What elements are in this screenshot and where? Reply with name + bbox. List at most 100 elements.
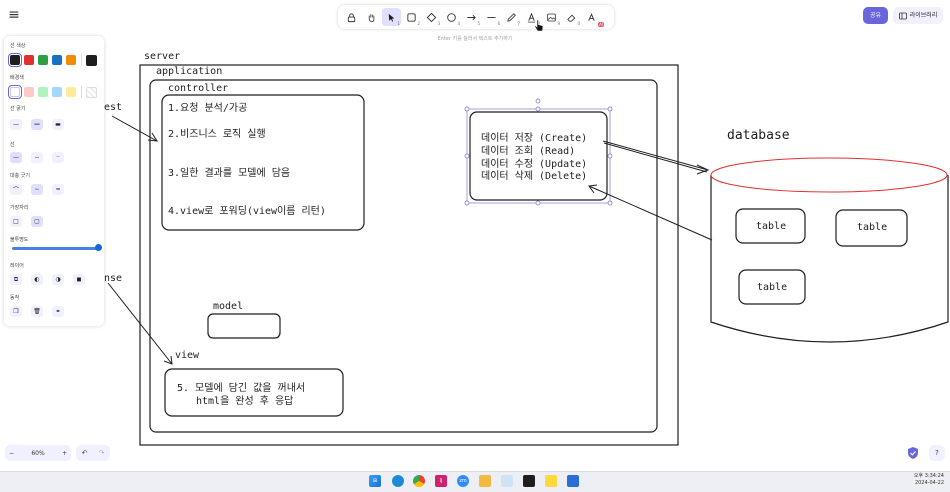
- stroke-width-thin[interactable]: —: [10, 119, 22, 130]
- database-label[interactable]: database: [727, 128, 790, 143]
- response-label[interactable]: nse: [104, 273, 122, 284]
- background-swatch[interactable]: [66, 87, 76, 97]
- tool-hand[interactable]: [362, 8, 381, 26]
- help-button[interactable]: ?: [929, 445, 945, 461]
- tool-ellipse[interactable]: 4: [442, 8, 461, 26]
- duplicate-button[interactable]: ❐: [10, 306, 22, 317]
- tool-rectangle[interactable]: 2: [402, 8, 421, 26]
- library-icon: [898, 12, 907, 19]
- file-explorer-icon[interactable]: [479, 475, 491, 487]
- stroke-color-swatch[interactable]: [38, 55, 48, 65]
- intellij-icon[interactable]: IJ: [435, 475, 447, 487]
- database-top[interactable]: [710, 157, 948, 193]
- view-label[interactable]: view: [175, 350, 199, 361]
- rough-curve-icon: ≈: [55, 186, 61, 193]
- opacity-label: 불투명도: [10, 237, 29, 243]
- view-text[interactable]: html을 완성 후 응답: [196, 392, 293, 407]
- shield-icon[interactable]: [906, 446, 920, 460]
- edges-sharp[interactable]: □: [10, 216, 22, 227]
- stroke-width-extra[interactable]: ▬: [52, 119, 64, 130]
- chrome-browser-icon[interactable]: [413, 475, 425, 487]
- arrow-icon: [467, 14, 476, 20]
- zoom-app-icon[interactable]: zm: [457, 475, 469, 487]
- application-label[interactable]: application: [156, 66, 222, 77]
- opacity-slider[interactable]: [12, 247, 97, 250]
- sticky-app-icon[interactable]: [545, 475, 557, 487]
- stroke-width-bold[interactable]: —: [31, 119, 43, 130]
- background-swatch[interactable]: [8, 85, 22, 99]
- controller-step[interactable]: 2.비즈니스 로직 실행: [168, 125, 266, 140]
- stroke-color-swatch[interactable]: [24, 55, 34, 65]
- sloppiness-architect[interactable]: ⌒: [10, 184, 22, 195]
- zoom-out-button[interactable]: −: [9, 450, 14, 457]
- table-label[interactable]: table: [857, 222, 887, 233]
- canvas[interactable]: [0, 0, 950, 491]
- windows-start-icon[interactable]: ⊞: [369, 475, 381, 487]
- bring-to-front-button[interactable]: ◼: [73, 274, 85, 285]
- stroke-color-swatch[interactable]: [52, 55, 62, 65]
- tool-line[interactable]: 6: [482, 8, 501, 26]
- calculator-app-icon[interactable]: [567, 475, 579, 487]
- stroke-style-dotted[interactable]: ··: [52, 152, 64, 163]
- controller-step[interactable]: 4.view로 포워딩(view이름 리턴): [168, 202, 326, 217]
- request-label[interactable]: est: [104, 102, 122, 113]
- selection-handle[interactable]: [607, 153, 613, 159]
- tool-lock[interactable]: [342, 8, 361, 26]
- selection-handle[interactable]: [535, 200, 541, 206]
- selection-handle[interactable]: [535, 106, 541, 112]
- zoom-in-button[interactable]: +: [62, 450, 67, 457]
- service-to-db-arrow[interactable]: [602, 140, 710, 175]
- table-label[interactable]: table: [756, 221, 786, 232]
- background-swatch[interactable]: [38, 87, 48, 97]
- controller-step[interactable]: 3.일한 결과를 모델에 담음: [168, 164, 290, 179]
- delete-button[interactable]: 🗑: [31, 306, 43, 317]
- tool-eraser[interactable]: 0: [562, 8, 581, 26]
- stroke-color-swatch[interactable]: [66, 55, 76, 65]
- send-backward-button[interactable]: ◐: [31, 274, 43, 285]
- tool-more[interactable]: AI: [582, 8, 604, 27]
- tool-arrow[interactable]: 5: [462, 8, 481, 26]
- link-button[interactable]: ⚭: [52, 306, 64, 317]
- selection-handle[interactable]: [464, 106, 470, 112]
- network-app-icon[interactable]: [501, 475, 513, 487]
- library-button[interactable]: 라이브러리: [893, 7, 943, 24]
- notes-app-icon[interactable]: [523, 475, 535, 487]
- background-swatch[interactable]: [24, 87, 34, 97]
- controller-step[interactable]: 1.요청 분석/가공: [168, 99, 247, 114]
- selection-handle[interactable]: [607, 200, 613, 206]
- tool-pencil[interactable]: 7: [502, 8, 521, 26]
- stroke-color-swatch[interactable]: [8, 53, 22, 67]
- undo-button[interactable]: ↶: [82, 449, 88, 457]
- stroke-style-dashed[interactable]: --: [31, 152, 43, 163]
- server-label[interactable]: server: [144, 51, 180, 62]
- sloppiness-cartoonist[interactable]: ≈: [52, 184, 64, 195]
- table-label[interactable]: table: [757, 282, 787, 293]
- tool-selection[interactable]: 1: [382, 8, 401, 26]
- stroke-style-solid[interactable]: —: [10, 152, 22, 163]
- background-swatch[interactable]: [52, 87, 62, 97]
- properties-panel: 선 색상 배경색 선 굵기 — — ▬ 선 — -- ·· 대충 긋기 ⌒ ∼ …: [4, 36, 104, 326]
- share-button[interactable]: 공유: [863, 7, 888, 24]
- service-line[interactable]: 데이터 삭제 (Delete): [481, 167, 587, 182]
- send-to-back-button[interactable]: ⧉: [10, 274, 22, 285]
- rotation-handle[interactable]: [535, 98, 541, 104]
- redo-button[interactable]: ↷: [99, 449, 105, 457]
- model-label[interactable]: model: [213, 301, 243, 312]
- stroke-color-current[interactable]: [86, 55, 97, 66]
- background-current[interactable]: [86, 87, 97, 98]
- main-menu-button[interactable]: ≡: [6, 7, 22, 23]
- edges-round[interactable]: ▢: [31, 216, 43, 227]
- edge-browser-icon[interactable]: [392, 475, 404, 487]
- selection-handle[interactable]: [464, 153, 470, 159]
- system-clock[interactable]: 오후 3:34:24 2024-04-22: [914, 473, 944, 487]
- selection-handle[interactable]: [464, 200, 470, 206]
- zoom-level[interactable]: 60%: [31, 450, 44, 457]
- controller-label[interactable]: controller: [168, 83, 228, 94]
- model-box[interactable]: [207, 313, 281, 339]
- sloppiness-artist[interactable]: ∼: [31, 184, 43, 195]
- bring-forward-button[interactable]: ◑: [52, 274, 64, 285]
- tool-diamond[interactable]: 3: [422, 8, 441, 26]
- opacity-slider-thumb[interactable]: [95, 244, 102, 251]
- database-cylinder[interactable]: [710, 175, 949, 343]
- selection-handle[interactable]: [607, 106, 613, 112]
